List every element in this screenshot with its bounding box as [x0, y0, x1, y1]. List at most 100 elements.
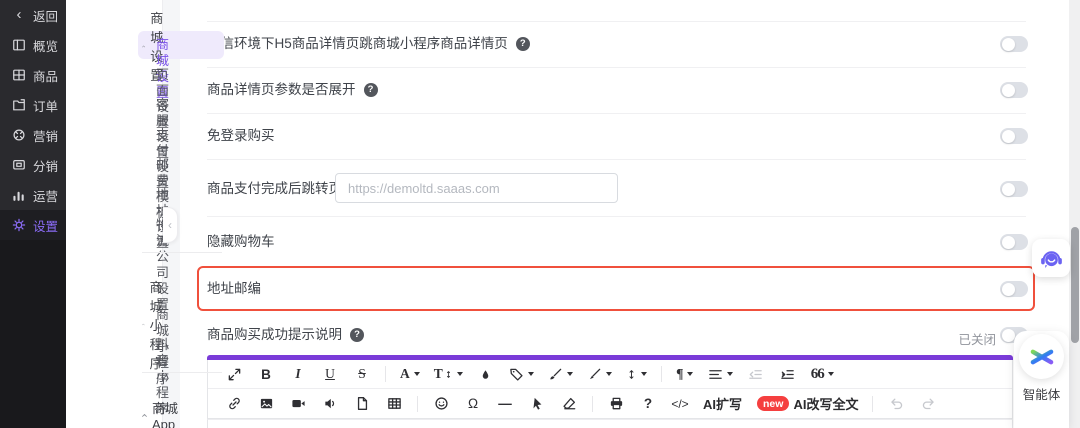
horizontal-rule-button[interactable]: ― [496, 392, 514, 416]
rail-item-back[interactable]: ‹ 返回 [0, 0, 66, 30]
page-scrollbar[interactable] [1069, 0, 1080, 428]
eraser-icon[interactable] [560, 392, 578, 416]
font-color-droplet-icon[interactable] [477, 362, 495, 386]
link-icon[interactable] [225, 392, 243, 416]
ai-agent-button[interactable] [1019, 334, 1064, 379]
redirect-url-input[interactable] [335, 173, 618, 203]
editor-content-area[interactable] [207, 419, 1013, 428]
rail-item-label: 概览 [33, 39, 59, 54]
gear-icon [12, 218, 26, 232]
rail-item-distribution[interactable]: 分销 [0, 150, 66, 180]
help-icon[interactable]: ? [350, 328, 364, 342]
table-icon[interactable] [385, 392, 403, 416]
code-view-button[interactable]: </> [671, 392, 689, 416]
row-divider [207, 216, 1026, 217]
sidebar-group-mall-app[interactable]: 商城App [142, 398, 179, 428]
outdent-icon[interactable] [747, 362, 765, 386]
setting-label: 地址邮编 [207, 281, 261, 296]
underline-button[interactable]: U [321, 362, 339, 386]
rail-item-overview[interactable]: 概览 [0, 30, 66, 60]
setting-label: 隐藏购物车 [207, 234, 275, 249]
italic-button[interactable]: I [289, 362, 307, 386]
toggle-knob [1001, 282, 1015, 296]
row-divider [207, 113, 1026, 114]
caret-down-icon [726, 372, 733, 376]
toggle-h5-jump[interactable] [1000, 36, 1028, 52]
rich-text-editor: B I U S A T ¶ 66 Ω ― ? </> AI扩写 new AI改写… [207, 355, 1013, 428]
caret-down-icon [413, 372, 420, 376]
setting-label: 商品详情页参数是否展开 [207, 82, 356, 97]
undo-icon[interactable] [887, 392, 905, 416]
ai-agent-star-icon [1030, 343, 1053, 370]
font-size-glyph: T [433, 366, 443, 381]
indent-icon[interactable] [779, 362, 797, 386]
rail-item-settings[interactable]: 设置 [0, 210, 66, 240]
print-icon[interactable] [607, 392, 625, 416]
font-size-button[interactable]: T [434, 362, 463, 386]
setting-row-address-zip: 地址邮编 [207, 281, 261, 297]
rail-item-marketing[interactable]: 营销 [0, 120, 66, 150]
toggle-no-login-buy[interactable] [1000, 128, 1028, 144]
help-icon[interactable]: ? [515, 37, 530, 51]
caret-down-icon [827, 372, 834, 376]
image-icon[interactable] [257, 392, 275, 416]
bold-button[interactable]: B [257, 362, 275, 386]
toggle-address-zip[interactable] [1000, 281, 1028, 297]
caret-down-icon [687, 372, 694, 376]
toolbar-row-1: B I U S A T ¶ 66 [208, 360, 1012, 389]
setting-row-hide-cart: 隐藏购物车 [207, 234, 275, 250]
caret-down-icon [566, 372, 573, 376]
distribution-bubble-icon [13, 160, 25, 170]
caret-down-icon [605, 372, 612, 376]
audio-icon[interactable] [321, 392, 339, 416]
rail-item-products[interactable]: 商品 [0, 60, 66, 90]
toggle-knob [1001, 37, 1015, 51]
chevron-up-icon [142, 413, 147, 417]
setting-row-no-login-buy: 免登录购买 [207, 128, 275, 144]
video-icon[interactable] [289, 392, 307, 416]
ai-agent-widget[interactable]: 智能体 [1014, 331, 1069, 428]
special-char-button[interactable]: Ω [464, 392, 482, 416]
help-button[interactable]: ? [639, 392, 657, 416]
strikethrough-button[interactable]: S [353, 362, 371, 386]
toggle-hide-cart[interactable] [1000, 234, 1028, 250]
back-chevron-icon: ‹ [16, 6, 22, 23]
ai-expand-button[interactable]: AI扩写 [703, 392, 742, 416]
rail-item-operations[interactable]: 运营 [0, 180, 66, 210]
cursor-icon[interactable] [528, 392, 546, 416]
font-button[interactable]: A [400, 362, 420, 386]
redo-icon[interactable] [919, 392, 937, 416]
overview-icon [13, 39, 25, 51]
font-glyph: A [400, 366, 410, 381]
row-divider [207, 159, 1026, 160]
file-icon[interactable] [353, 392, 371, 416]
caret-down-icon [456, 372, 463, 376]
toggle-knob [1001, 235, 1015, 249]
rail-item-orders[interactable]: 订单 [0, 90, 66, 120]
toolbar-separator [660, 366, 662, 382]
sidebar-collapse-handle[interactable]: ‹ [163, 207, 178, 243]
blockquote-button[interactable]: 66 [811, 362, 834, 386]
row-divider [207, 21, 1026, 22]
paragraph-button[interactable]: ¶ [676, 362, 694, 386]
quote-glyph: 66 [810, 365, 825, 382]
scrollbar-thumb[interactable] [1070, 227, 1079, 343]
customer-service-button[interactable] [1032, 239, 1070, 277]
brush-icon[interactable] [548, 362, 573, 386]
tag-icon[interactable] [509, 362, 534, 386]
setting-label: 微信环境下H5商品详情页跳商城小程序商品详情页 [207, 36, 508, 51]
rail-item-label: 营销 [33, 129, 59, 144]
caret-down-icon [640, 372, 647, 376]
toggle-detail-params[interactable] [1000, 82, 1028, 98]
help-icon[interactable]: ? [363, 83, 378, 97]
highlighter-icon[interactable] [587, 362, 612, 386]
toggle-knob [1001, 328, 1015, 342]
orders-folder-icon [13, 99, 25, 111]
toggle-pay-redirect[interactable] [1000, 181, 1028, 197]
settings-sidebar: 商城设置 商城设置 页面设置 客服设置 支付设置 邮费模板 地址设置 物流公司设… [66, 0, 224, 428]
line-height-icon[interactable] [626, 362, 647, 386]
align-icon[interactable] [708, 362, 733, 386]
emoji-icon[interactable] [432, 392, 450, 416]
ai-rewrite-button[interactable]: new AI改写全文 [749, 392, 858, 416]
fullscreen-icon[interactable] [225, 362, 243, 386]
